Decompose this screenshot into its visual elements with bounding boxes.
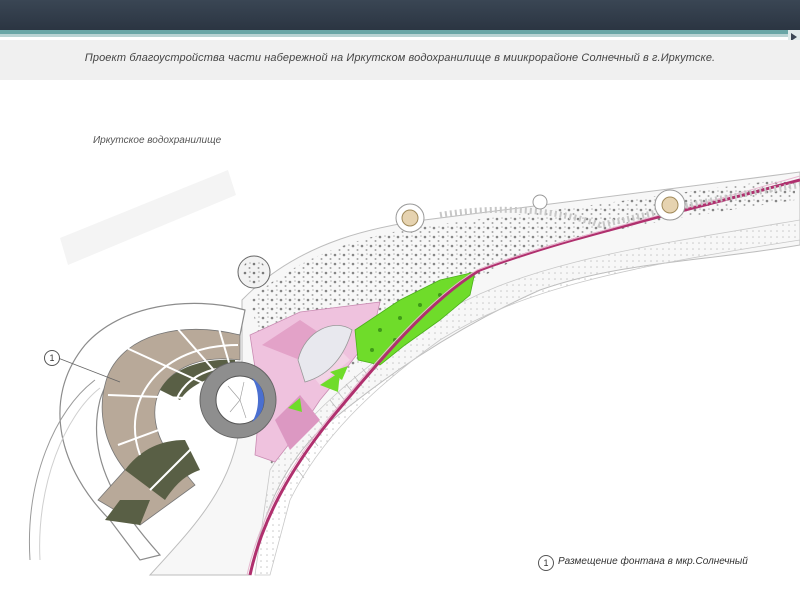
legend-text: Размещение фонтана в мкр.Солнечный [558,556,748,567]
water-ghost-shape [60,170,236,265]
reservoir-label: Иркутское водохранилище [93,135,222,146]
round-viewpoint-1 [395,203,425,233]
round-viewpoint-4 [237,255,271,289]
round-viewpoint-2 [654,189,686,221]
legend-number-marker: 1 [538,555,554,571]
fountain [199,361,277,439]
round-viewpoint-3 [532,194,548,210]
map-callout-marker: 1 [44,350,60,366]
site-plan-map [28,170,800,576]
